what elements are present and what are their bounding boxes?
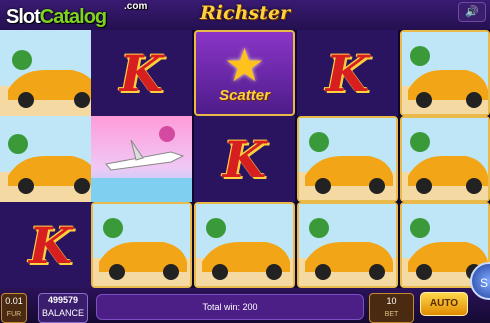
watermark-com-text: .com — [124, 1, 148, 12]
balance-label: BALANCE — [41, 308, 85, 318]
watermark-catalog-text: Catalog — [39, 6, 107, 28]
car-image — [93, 204, 190, 286]
reel-3: ★ Scatter K — [194, 30, 295, 288]
bet-value: 10 — [386, 296, 397, 306]
car-image — [402, 32, 488, 114]
balance-value: 499579 — [47, 295, 79, 305]
reel-2: K — [91, 30, 192, 288]
game-title: Richster — [200, 2, 290, 24]
car-symbol — [400, 30, 490, 116]
k-symbol: K — [91, 30, 192, 116]
reel-5 — [400, 30, 490, 288]
car-symbol — [0, 30, 101, 116]
k-symbol: K — [297, 30, 398, 116]
car-image — [299, 204, 396, 286]
bet-button[interactable]: 10 BET — [369, 293, 414, 323]
watermark: SlotCatalog .com — [6, 1, 147, 29]
reel-1: K — [0, 30, 101, 288]
car-image — [0, 30, 101, 116]
k-symbol: K — [0, 202, 101, 288]
coin-value-button[interactable]: 0.01 FUR — [1, 293, 27, 323]
car-symbol — [91, 202, 192, 288]
total-win-display: Total win: 200 — [96, 294, 364, 320]
bet-label: BET — [384, 311, 399, 318]
plane-symbol — [91, 116, 192, 202]
car-image — [196, 204, 293, 286]
car-symbol — [194, 202, 295, 288]
auto-button[interactable]: AUTO — [420, 292, 468, 316]
balance-display: 499579 BALANCE — [38, 293, 88, 323]
car-symbol — [400, 116, 490, 202]
scatter-symbol: ★ Scatter — [194, 30, 295, 116]
plane-image — [91, 126, 192, 202]
car-image — [0, 116, 101, 202]
reels-board: K K ★ Scatter K K — [0, 30, 490, 288]
scatter-label: Scatter — [219, 86, 270, 104]
reel-4: K — [297, 30, 398, 288]
car-image — [299, 118, 396, 200]
coin-label: FUR — [6, 311, 22, 318]
car-symbol — [297, 202, 398, 288]
car-symbol — [0, 116, 101, 202]
car-image — [402, 118, 488, 200]
k-symbol: K — [194, 116, 295, 202]
coin-value: 0.01 — [5, 296, 23, 306]
star-icon: ★ — [223, 38, 266, 91]
car-symbol — [297, 116, 398, 202]
speaker-icon[interactable]: 🔊 — [458, 2, 486, 22]
watermark-slot-text: Slot — [6, 6, 41, 28]
